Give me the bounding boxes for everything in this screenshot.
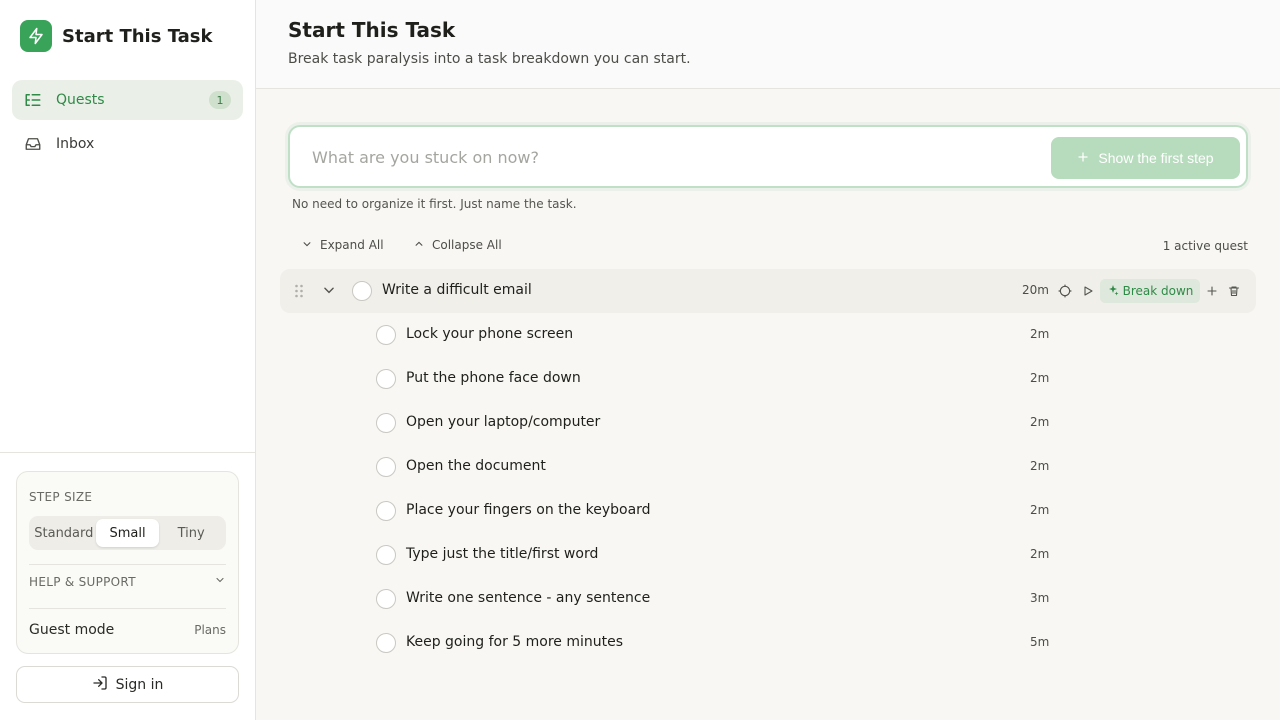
add-subtask-icon[interactable] xyxy=(1202,281,1222,301)
subtask-row[interactable]: Open the document 2m xyxy=(376,445,1056,489)
subtask-checkbox[interactable] xyxy=(376,545,396,565)
step-size-small[interactable]: Small xyxy=(95,519,160,547)
subtask-title[interactable]: Place your fingers on the keyboard xyxy=(406,502,651,518)
plus-icon xyxy=(1077,150,1089,166)
subtask-checkbox[interactable] xyxy=(376,413,396,433)
subtask-title[interactable]: Open your laptop/computer xyxy=(406,414,600,430)
drag-handle-icon[interactable] xyxy=(294,283,304,302)
step-size-selector: Standard Small Tiny xyxy=(29,516,226,550)
card-divider xyxy=(29,608,226,609)
break-down-label: Break down xyxy=(1122,284,1194,298)
chevron-down-icon xyxy=(214,574,226,589)
brand[interactable]: Start This Task xyxy=(20,20,213,52)
quest-checkbox[interactable] xyxy=(352,281,372,301)
sidebar: Start This Task Quests 1 Inbox STEP SIZE… xyxy=(0,0,256,720)
subtask-time: 2m xyxy=(1030,547,1050,561)
subtask-title[interactable]: Keep going for 5 more minutes xyxy=(406,634,623,650)
active-quest-count: 1 active quest xyxy=(1162,239,1248,253)
trash-icon[interactable] xyxy=(1224,281,1244,301)
task-input[interactable] xyxy=(312,141,1032,173)
sign-in-label: Sign in xyxy=(115,676,164,693)
sign-in-button[interactable]: Sign in xyxy=(16,666,239,703)
list-tree-icon xyxy=(24,91,42,109)
subtask-title[interactable]: Type just the title/first word xyxy=(406,546,598,562)
subtask-row[interactable]: Type just the title/first word 2m xyxy=(376,533,1056,577)
page-header: Start This Task Break task paralysis int… xyxy=(256,0,1280,89)
settings-card: STEP SIZE Standard Small Tiny HELP & SUP… xyxy=(16,471,239,654)
quest-time: 20m xyxy=(1022,283,1049,297)
chevron-down-icon xyxy=(302,238,312,252)
step-size-label: STEP SIZE xyxy=(29,490,93,504)
step-size-standard[interactable]: Standard xyxy=(32,519,96,547)
sidebar-divider xyxy=(0,452,255,453)
break-down-button[interactable]: Break down xyxy=(1100,279,1200,303)
show-first-step-button[interactable]: Show the first step xyxy=(1051,137,1240,179)
step-size-tiny[interactable]: Tiny xyxy=(159,519,223,547)
quest-title[interactable]: Write a difficult email xyxy=(382,282,532,298)
subtask-time: 2m xyxy=(1030,503,1050,517)
subtask-title[interactable]: Put the phone face down xyxy=(406,370,581,386)
sparkles-icon xyxy=(1107,284,1119,299)
task-input-container: Show the first step xyxy=(288,125,1248,188)
subtask-row[interactable]: Place your fingers on the keyboard 2m xyxy=(376,489,1056,533)
sidebar-item-label: Inbox xyxy=(56,136,95,152)
chevron-up-icon xyxy=(414,238,424,252)
subtask-row[interactable]: Keep going for 5 more minutes 5m xyxy=(376,621,1056,665)
lightning-logo-icon xyxy=(20,20,52,52)
subtask-checkbox[interactable] xyxy=(376,325,396,345)
sidebar-item-label: Quests xyxy=(56,92,105,108)
subtask-title[interactable]: Open the document xyxy=(406,458,546,474)
subtask-time: 5m xyxy=(1030,635,1050,649)
page-subtitle: Break task paralysis into a task breakdo… xyxy=(288,51,691,67)
subtask-row[interactable]: Open your laptop/computer 2m xyxy=(376,401,1056,445)
subtask-title[interactable]: Lock your phone screen xyxy=(406,326,573,342)
sidebar-item-inbox[interactable]: Inbox xyxy=(12,124,243,164)
collapse-all-button[interactable]: Collapse All xyxy=(414,238,502,252)
sidebar-item-quests[interactable]: Quests 1 xyxy=(12,80,243,120)
card-divider xyxy=(29,564,226,565)
subtask-row[interactable]: Write one sentence - any sentence 3m xyxy=(376,577,1056,621)
page-title: Start This Task xyxy=(288,18,456,42)
subtask-checkbox[interactable] xyxy=(376,369,396,389)
subtask-time: 2m xyxy=(1030,415,1050,429)
expand-all-button[interactable]: Expand All xyxy=(302,238,384,252)
guest-mode-row: Guest mode Plans xyxy=(29,622,226,638)
task-input-hint: No need to organize it first. Just name … xyxy=(292,197,577,211)
expand-all-label: Expand All xyxy=(320,238,384,252)
subtask-checkbox[interactable] xyxy=(376,501,396,521)
subtask-row[interactable]: Lock your phone screen 2m xyxy=(376,313,1056,357)
plans-link[interactable]: Plans xyxy=(194,623,226,637)
play-icon[interactable] xyxy=(1078,281,1098,301)
focus-target-icon[interactable] xyxy=(1055,281,1075,301)
guest-mode-label: Guest mode xyxy=(29,622,115,638)
help-support-toggle[interactable]: HELP & SUPPORT xyxy=(29,574,226,589)
quest-row[interactable]: Write a difficult email 20m Break down xyxy=(280,269,1256,313)
subtask-time: 3m xyxy=(1030,591,1050,605)
collapse-all-label: Collapse All xyxy=(432,238,502,252)
app-name: Start This Task xyxy=(62,25,213,47)
subtask-checkbox[interactable] xyxy=(376,633,396,653)
help-support-label: HELP & SUPPORT xyxy=(29,574,136,589)
show-first-step-label: Show the first step xyxy=(1098,150,1214,166)
subtask-time: 2m xyxy=(1030,327,1050,341)
subtask-checkbox[interactable] xyxy=(376,589,396,609)
subtask-title[interactable]: Write one sentence - any sentence xyxy=(406,590,650,606)
subtask-checkbox[interactable] xyxy=(376,457,396,477)
subtask-time: 2m xyxy=(1030,371,1050,385)
sign-in-icon xyxy=(92,675,108,695)
subtask-row[interactable]: Put the phone face down 2m xyxy=(376,357,1056,401)
quest-count-badge: 1 xyxy=(209,91,231,109)
inbox-icon xyxy=(24,135,42,153)
subtask-time: 2m xyxy=(1030,459,1050,473)
collapse-quest-chevron-icon[interactable] xyxy=(322,282,336,301)
